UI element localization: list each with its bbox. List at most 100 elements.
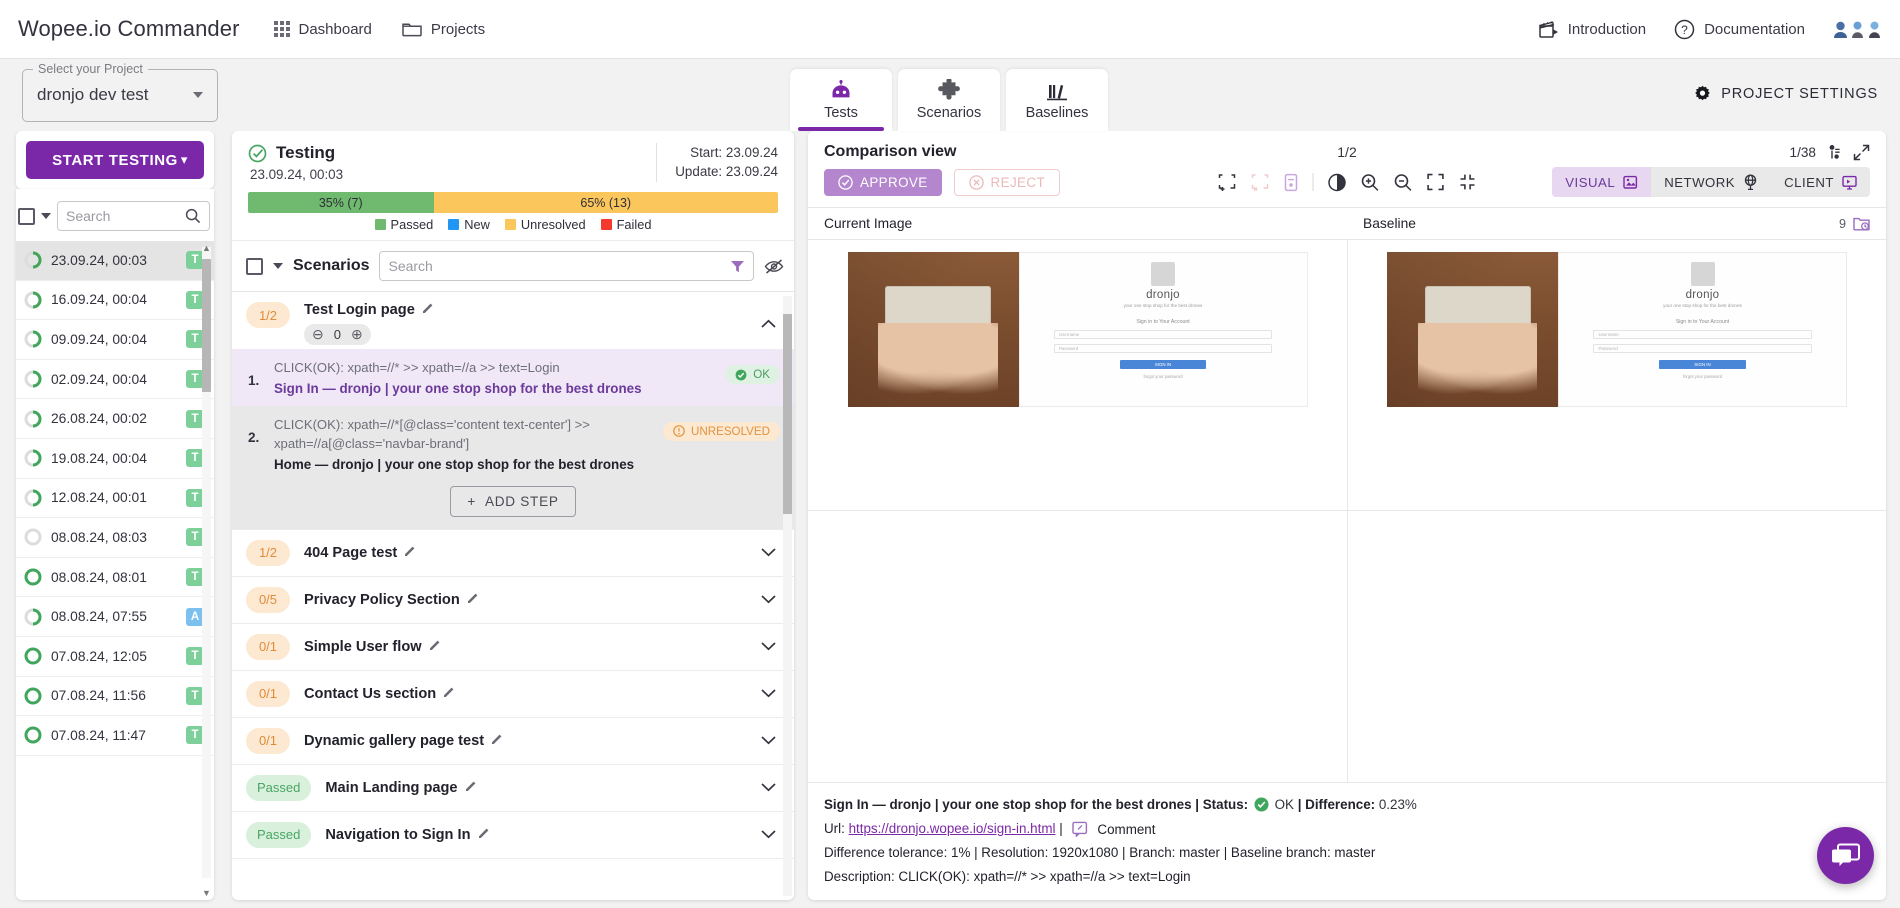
scenario-item[interactable]: 1/2 404 Page test [232,530,794,577]
run-list-item[interactable]: 08.08.24, 08:03 T [16,518,214,558]
run-list-item[interactable]: 07.08.24, 11:47 T [16,716,214,756]
ignore-area-icon[interactable] [1284,173,1299,192]
avatar-group[interactable] [1833,21,1882,38]
run-list-item[interactable]: 08.08.24, 07:55 A [16,597,214,637]
edit-pencil-icon[interactable] [491,733,503,749]
scenario-item[interactable]: Passed Main Landing page [232,765,794,812]
runs-search-box[interactable] [57,201,210,231]
view-mode-client[interactable]: CLIENT [1771,167,1870,197]
run-list-item[interactable]: 08.08.24, 08:01 T [16,558,214,598]
scenario-header-row[interactable]: Passed Navigation to Sign In [232,812,794,858]
reject-button[interactable]: REJECT [953,168,1061,196]
run-list-item[interactable]: 19.08.24, 00:04 T [16,439,214,479]
scroll-up-arrow[interactable]: ▲ [202,243,211,253]
scenario-item[interactable]: 0/1 Simple User flow [232,624,794,671]
nav-introduction[interactable]: Introduction [1538,20,1646,39]
chevron-down-icon[interactable] [761,642,776,651]
edit-pencil-icon[interactable] [443,686,455,702]
chevron-down-icon[interactable] [761,548,776,557]
scenario-header-row[interactable]: 0/1 Contact Us section [232,671,794,717]
baseline-history[interactable]: 9 [1839,216,1870,231]
pin-icon[interactable] [1827,144,1842,160]
scenario-item[interactable]: 0/1 Contact Us section [232,671,794,718]
zoom-in-icon[interactable] [1361,173,1380,192]
run-list-item[interactable]: 07.08.24, 12:05 T [16,637,214,677]
run-list-item[interactable]: 09.09.24, 00:04 T [16,320,214,360]
run-list-item[interactable]: 26.08.24, 00:02 T [16,399,214,439]
counter-increment-icon[interactable]: ⊕ [351,326,363,343]
current-image-pane[interactable]: dronjo your one stop shop for the best d… [808,240,1347,782]
edit-pencil-icon[interactable] [429,639,441,655]
nav-dashboard[interactable]: Dashboard [273,21,372,38]
expand-icon[interactable] [1853,144,1870,161]
footer-url-link[interactable]: https://dronjo.wopee.io/sign-in.html [849,821,1056,836]
edit-pencil-icon[interactable] [478,827,490,843]
filter-funnel-icon[interactable] [730,259,745,274]
chevron-up-icon[interactable] [761,319,776,328]
chevron-down-icon[interactable] [761,783,776,792]
scenario-item[interactable]: Passed Navigation to Sign In [232,812,794,859]
run-list-item[interactable]: 12.08.24, 00:01 T [16,479,214,519]
view-mode-visual[interactable]: VISUAL [1552,167,1652,197]
select-all-runs-checkbox[interactable] [18,207,35,225]
scenario-step[interactable]: 1. CLICK(OK): xpath=//* >> xpath=//a >> … [232,349,794,406]
project-selector[interactable]: Select your Project dronjo dev test [22,61,218,122]
scroll-down-arrow[interactable]: ▼ [202,888,211,898]
chevron-down-icon[interactable] [761,595,776,604]
chevron-down-icon[interactable] [761,689,776,698]
runs-list[interactable]: 23.09.24, 00:03 T 16.09.24, 00:04 T 09.0… [16,241,214,900]
zoom-out-icon[interactable] [1394,173,1413,192]
edit-pencil-icon[interactable] [465,780,477,796]
chevron-down-icon[interactable] [761,830,776,839]
approve-button[interactable]: APPROVE [824,168,942,196]
chevron-down-icon[interactable]: ▾ [181,152,188,168]
project-settings-button[interactable]: PROJECT SETTINGS [1694,85,1878,102]
tab-scenarios[interactable]: Scenarios [898,69,1000,131]
runs-search-input[interactable] [66,208,179,224]
scenario-header-row[interactable]: 0/1 Dynamic gallery page test [232,718,794,764]
runs-scrollbar[interactable] [202,247,211,878]
scenarios-list[interactable]: 1/2 Test Login page ⊖ 0 ⊕ 1. CLICK(OK): … [232,292,794,900]
tab-tests[interactable]: Tests [790,69,892,131]
select-all-scenarios-checkbox[interactable] [246,257,263,275]
scenario-header-row[interactable]: Passed Main Landing page [232,765,794,811]
run-list-item[interactable]: 16.09.24, 00:04 T [16,281,214,321]
nav-documentation[interactable]: ? Documentation [1674,19,1805,40]
edit-pencil-icon[interactable] [404,545,416,561]
collapse-icon[interactable] [1459,173,1477,191]
baseline-image-pane[interactable]: dronjo your one stop shop for the best d… [1347,240,1886,783]
scenario-header-row[interactable]: 1/2 404 Page test [232,530,794,576]
scenario-step[interactable]: 2. CLICK(OK): xpath=//*[@class='content … [232,405,794,482]
chevron-down-icon[interactable] [761,736,776,745]
run-list-item[interactable]: 07.08.24, 11:56 T [16,677,214,717]
add-region-icon[interactable] [1218,173,1237,192]
scenario-item[interactable]: 0/5 Privacy Policy Section [232,577,794,624]
chevron-down-icon[interactable] [273,263,283,269]
chevron-down-icon[interactable] [41,213,51,219]
scenario-header-row[interactable]: 0/1 Simple User flow [232,624,794,670]
fit-screen-icon[interactable] [1427,173,1445,191]
counter-decrement-icon[interactable]: ⊖ [312,326,324,343]
view-mode-network[interactable]: NETWORK [1651,167,1771,197]
start-testing-button[interactable]: START TESTING ▾ [26,141,204,179]
run-list-item[interactable]: 23.09.24, 00:03 T [16,241,214,281]
chat-button[interactable] [1817,827,1874,884]
scenario-header-row[interactable]: 0/5 Privacy Policy Section [232,577,794,623]
hide-passed-icon[interactable] [764,258,784,275]
comment-button[interactable]: Comment [1072,818,1155,841]
scenarios-search-box[interactable] [379,251,754,281]
run-progress-ring-icon [24,449,42,467]
edit-pencil-icon[interactable] [422,302,434,318]
scenario-header-row[interactable]: 1/2 Test Login page ⊖ 0 ⊕ [232,292,794,349]
run-list-item[interactable]: 02.09.24, 00:04 T [16,360,214,400]
run-timestamp: 12.08.24, 00:01 [51,490,147,506]
contrast-icon[interactable] [1328,173,1347,192]
add-step-button[interactable]: + ADD STEP [450,485,576,517]
remove-region-icon[interactable] [1251,173,1270,192]
scenarios-search-input[interactable] [388,258,724,274]
scenario-item[interactable]: 0/1 Dynamic gallery page test [232,718,794,765]
nav-projects[interactable]: Projects [402,21,485,38]
edit-pencil-icon[interactable] [467,592,479,608]
scenarios-scrollbar[interactable] [783,296,792,896]
tab-baselines[interactable]: Baselines [1006,69,1108,131]
